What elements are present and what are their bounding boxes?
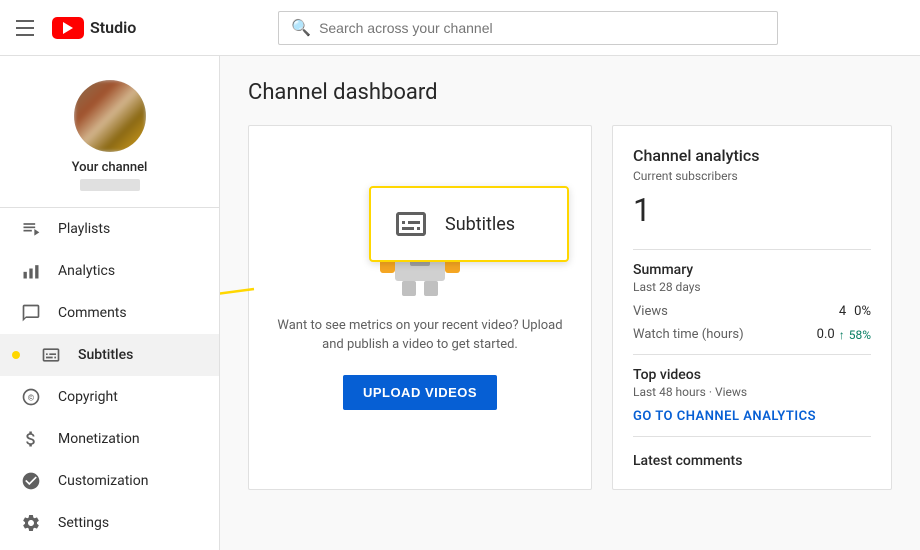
- tooltip-arrow: [220, 264, 264, 324]
- views-value: 4 0%: [839, 304, 871, 319]
- views-metric-row: Views 4 0%: [633, 304, 871, 319]
- views-suffix: 0%: [854, 304, 871, 319]
- dashboard-content: Subtitles: [248, 125, 892, 490]
- divider-2: [633, 354, 871, 355]
- settings-icon: [20, 512, 42, 534]
- active-indicator: [12, 351, 20, 359]
- customization-icon: [20, 470, 42, 492]
- search-icon: 🔍: [291, 18, 311, 37]
- divider-3: [633, 436, 871, 437]
- divider-1: [633, 249, 871, 250]
- top-videos-sub: Last 48 hours · Views: [633, 385, 871, 399]
- watch-time-metric-row: Watch time (hours) 0.0 ↑ 58%: [633, 327, 871, 342]
- channel-handle: [80, 179, 140, 191]
- channel-name: Your channel: [72, 160, 148, 175]
- top-videos-title: Top videos: [633, 367, 871, 383]
- sidebar-item-playlists[interactable]: Playlists: [0, 208, 219, 250]
- subtitles-tooltip: Subtitles: [369, 186, 569, 262]
- sidebar-item-analytics[interactable]: Analytics: [0, 250, 219, 292]
- customization-label: Customization: [58, 473, 148, 489]
- tooltip-label: Subtitles: [445, 214, 515, 235]
- app-header: Studio 🔍: [0, 0, 920, 56]
- watch-time-pct: 58%: [849, 328, 871, 342]
- monetization-icon: [20, 428, 42, 450]
- studio-label: Studio: [90, 18, 136, 37]
- comments-icon: [20, 302, 42, 324]
- analytics-icon: [20, 260, 42, 282]
- search-input[interactable]: [319, 20, 765, 36]
- channel-info: Your channel: [0, 56, 219, 208]
- search-bar[interactable]: 🔍: [278, 11, 778, 45]
- main-content: Channel dashboard Subtitles: [220, 56, 920, 550]
- sidebar-item-subtitles[interactable]: Subtitles: [0, 334, 219, 376]
- tooltip-icon: [391, 204, 431, 244]
- page-title: Channel dashboard: [248, 80, 892, 105]
- sidebar-item-comments[interactable]: Comments: [0, 292, 219, 334]
- latest-comments-title: Latest comments: [633, 453, 871, 469]
- youtube-studio-logo: Studio: [52, 17, 136, 39]
- copyright-label: Copyright: [58, 389, 118, 405]
- subtitles-icon: [40, 344, 62, 366]
- svg-text:©: ©: [28, 393, 35, 403]
- hamburger-menu-icon[interactable]: [16, 16, 40, 40]
- watch-time-value: 0.0 ↑ 58%: [817, 327, 871, 342]
- comments-label: Comments: [58, 305, 127, 321]
- summary-title: Summary: [633, 262, 871, 278]
- video-card: Subtitles: [248, 125, 592, 490]
- watch-time-number: 0.0: [817, 327, 835, 342]
- empty-video-message: Want to see metrics on your recent video…: [269, 316, 571, 355]
- subtitles-label: Subtitles: [78, 347, 133, 363]
- analytics-card: Channel analytics Current subscribers 1 …: [612, 125, 892, 490]
- subscribers-label: Current subscribers: [633, 169, 871, 183]
- sidebar-item-customization[interactable]: Customization: [0, 460, 219, 502]
- playlists-label: Playlists: [58, 221, 110, 237]
- avatar: [74, 80, 146, 152]
- sidebar-item-monetization[interactable]: Monetization: [0, 418, 219, 460]
- watch-time-arrow: ↑: [839, 328, 845, 342]
- settings-label: Settings: [58, 515, 109, 531]
- watch-time-label: Watch time (hours): [633, 327, 744, 342]
- channel-analytics-link[interactable]: GO TO CHANNEL ANALYTICS: [633, 409, 871, 424]
- monetization-label: Monetization: [58, 431, 140, 447]
- views-label: Views: [633, 304, 668, 319]
- summary-period: Last 28 days: [633, 280, 871, 294]
- views-number: 4: [839, 304, 846, 319]
- upload-videos-button[interactable]: UPLOAD VIDEOS: [343, 375, 497, 410]
- analytics-label: Analytics: [58, 263, 115, 279]
- copyright-icon: ©: [20, 386, 42, 408]
- subscriber-count: 1: [633, 191, 871, 229]
- analytics-card-title: Channel analytics: [633, 146, 871, 165]
- sidebar-item-settings[interactable]: Settings: [0, 502, 219, 544]
- sidebar-item-copyright[interactable]: © Copyright: [0, 376, 219, 418]
- youtube-icon: [52, 17, 84, 39]
- playlists-icon: [20, 218, 42, 240]
- sidebar: Your channel Playlists Analytics Comment…: [0, 56, 220, 550]
